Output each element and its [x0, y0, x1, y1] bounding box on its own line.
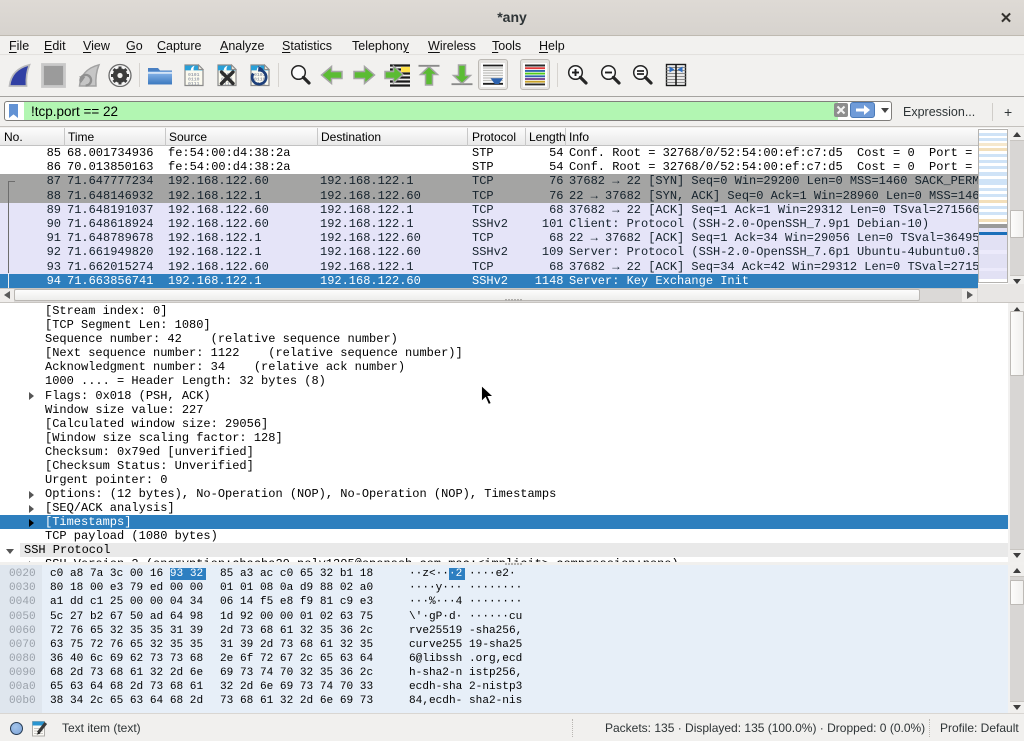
svg-text:0111: 0111 [188, 81, 200, 87]
